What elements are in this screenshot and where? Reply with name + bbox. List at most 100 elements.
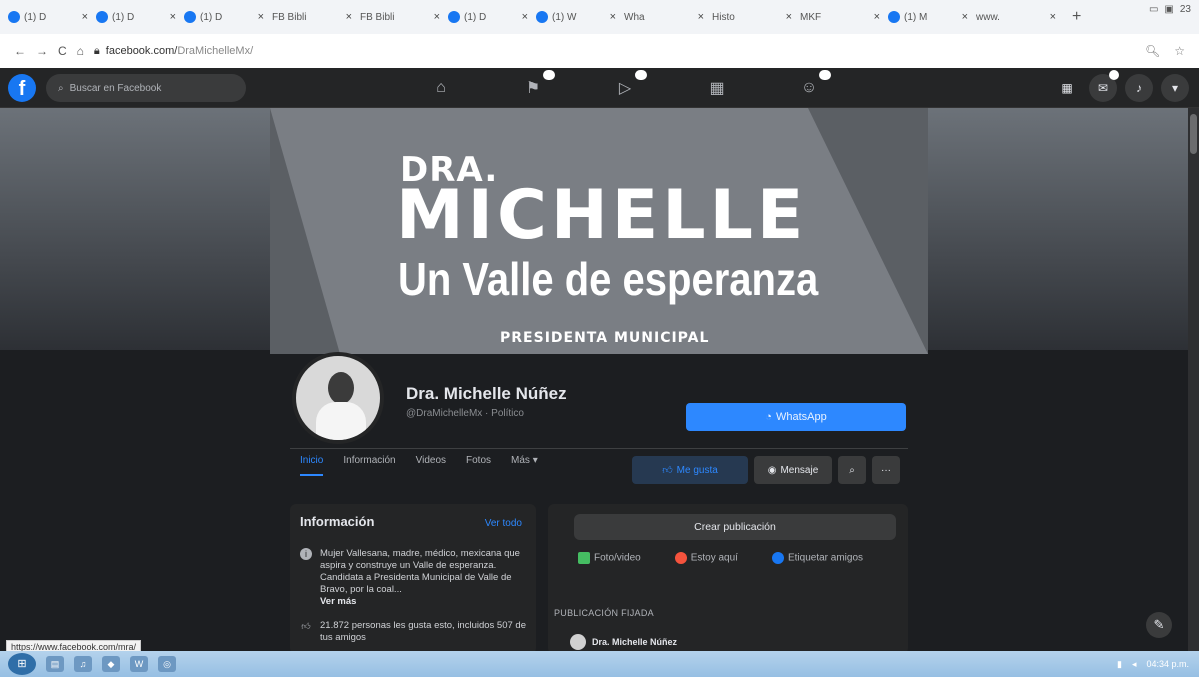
browser-tab[interactable]: MKF ×: [800, 5, 884, 29]
zoom-icon[interactable]: 🔍︎: [1145, 44, 1160, 58]
page-actions: 👍︎ Me gusta ◉ Mensaje ⌕ ···: [632, 456, 900, 484]
close-tab-icon[interactable]: ×: [258, 11, 268, 23]
cover-photo[interactable]: DRA. MICHELLE Un Valle de esperanza PRES…: [270, 108, 928, 354]
message-button[interactable]: ◉ Mensaje: [754, 456, 832, 484]
location-pin-icon: [674, 552, 687, 564]
window-controls[interactable]: ▭ ▣ 23: [1149, 4, 1191, 15]
reload-icon[interactable]: C: [58, 44, 67, 58]
browser-tab[interactable]: (1) W ×: [536, 5, 620, 29]
account-dropdown-icon[interactable]: ▾: [1161, 74, 1189, 102]
tag-friends-button[interactable]: Etiquetar amigos: [771, 552, 863, 564]
facebook-favicon-icon: [184, 11, 196, 23]
nav-watch-icon[interactable]: ▷: [579, 70, 671, 102]
see-more-link[interactable]: Ver más: [320, 596, 356, 607]
post-author[interactable]: Dra. Michelle Núñez: [592, 637, 677, 647]
facebook-favicon-icon: [888, 11, 900, 23]
messenger-icon[interactable]: ✉: [1089, 70, 1119, 102]
browser-tab[interactable]: (1) D ×: [8, 5, 92, 29]
nav-pages-flag-icon[interactable]: ⚑: [487, 70, 579, 102]
close-tab-icon[interactable]: ×: [522, 11, 532, 23]
taskbar-app-icon[interactable]: ♫: [74, 656, 92, 672]
browser-taskbar-icon[interactable]: ◎: [158, 656, 176, 672]
browser-tab[interactable]: FB Bibli ×: [360, 5, 444, 29]
minimize-icon[interactable]: ▭: [1149, 4, 1158, 15]
cover-slogan: Un Valle de esperanza: [398, 254, 819, 306]
tab-inicio[interactable]: Inicio: [300, 455, 324, 476]
browser-tab[interactable]: (1) M ×: [888, 5, 972, 29]
close-tab-icon[interactable]: ×: [962, 11, 972, 23]
info-card: Información Ver todo i Mujer Vallesana, …: [290, 504, 536, 654]
scrollbar[interactable]: [1188, 108, 1199, 651]
tab-label: FB Bibli: [272, 11, 307, 23]
menu-grid-icon[interactable]: ▦: [1053, 74, 1081, 102]
taskbar-app-icon[interactable]: ◆: [102, 656, 120, 672]
message-label: Mensaje: [780, 464, 819, 476]
facebook-logo-icon[interactable]: f: [8, 74, 36, 102]
maximize-icon[interactable]: ▣: [1164, 4, 1173, 15]
search-page-button[interactable]: ⌕: [838, 456, 866, 484]
close-tab-icon[interactable]: ×: [874, 11, 884, 23]
new-message-icon[interactable]: ✎: [1146, 612, 1172, 638]
close-tab-icon[interactable]: ×: [786, 11, 796, 23]
checkin-button[interactable]: Estoy aquí: [674, 552, 738, 564]
more-options-button[interactable]: ···: [872, 456, 900, 484]
volume-icon[interactable]: ◂: [1132, 659, 1137, 670]
close-tab-icon[interactable]: ×: [346, 11, 356, 23]
whatsapp-button[interactable]: ◔ WhatsApp: [686, 403, 906, 431]
taskbar-app-icon[interactable]: W: [130, 656, 148, 672]
tab-informacion[interactable]: Información: [343, 455, 395, 476]
cover-role: PRESIDENTA MUNICIPAL: [500, 330, 710, 346]
taskbar-app-icon[interactable]: ▤: [46, 656, 64, 672]
tab-fotos[interactable]: Fotos: [466, 455, 491, 476]
close-tab-icon[interactable]: ×: [1050, 11, 1060, 23]
start-button-icon[interactable]: ⊞: [8, 653, 36, 675]
facebook-favicon-icon: [448, 11, 460, 23]
browser-tab[interactable]: Histo ×: [712, 5, 796, 29]
nav-groups-icon[interactable]: ☺: [763, 70, 855, 102]
lock-icon: 🔒︎: [93, 44, 100, 57]
close-tab-icon[interactable]: ×: [82, 11, 92, 23]
browser-tab[interactable]: FB Bibli ×: [272, 5, 356, 29]
url-field[interactable]: 🔒︎ facebook.com/DraMichelleMx/: [94, 45, 253, 58]
browser-tab[interactable]: Wha ×: [624, 5, 708, 29]
bio-text: Mujer Vallesana, madre, médico, mexicana…: [320, 548, 520, 595]
likes-text: 21.872 personas les gusta esto, incluido…: [320, 620, 526, 643]
network-icon[interactable]: ▮: [1117, 659, 1122, 670]
photo-video-button[interactable]: Foto/video: [578, 552, 641, 564]
bookmark-star-icon[interactable]: ☆: [1174, 44, 1185, 58]
close-tab-icon[interactable]: ×: [170, 11, 180, 23]
cover-decoration: [270, 108, 340, 354]
like-button[interactable]: 👍︎ Me gusta: [632, 456, 748, 484]
notifications-bell-icon[interactable]: ♪: [1125, 74, 1153, 102]
browser-tab[interactable]: (1) D ×: [96, 5, 180, 29]
tab-label: (1) D: [24, 11, 47, 23]
close-tab-icon[interactable]: ×: [698, 11, 708, 23]
tab-mas[interactable]: Más ▾: [511, 455, 538, 476]
scrollbar-thumb[interactable]: [1190, 114, 1197, 154]
facebook-search-input[interactable]: ⌕ Buscar en Facebook: [46, 74, 246, 102]
close-tab-icon[interactable]: ×: [610, 11, 620, 23]
pinned-post-label: PUBLICACIÓN FIJADA: [554, 608, 654, 618]
create-post-button[interactable]: Crear publicación: [574, 514, 896, 540]
nav-marketplace-icon[interactable]: ▦: [671, 74, 763, 102]
nav-home-icon[interactable]: ⌂: [395, 74, 487, 102]
new-tab-button[interactable]: +: [1072, 8, 1081, 26]
author-avatar[interactable]: [570, 634, 586, 650]
tab-label: FB Bibli: [360, 11, 395, 23]
browser-tab[interactable]: (1) D ×: [184, 5, 268, 29]
home-icon[interactable]: ⌂: [77, 44, 84, 58]
avatar-hair: [328, 372, 354, 404]
pinned-post-header[interactable]: Dra. Michelle Núñez: [570, 634, 677, 650]
profile-avatar[interactable]: [292, 352, 384, 444]
close-tab-icon[interactable]: ×: [434, 11, 444, 23]
forward-icon[interactable]: →: [36, 44, 48, 58]
tag-friends-icon: [771, 552, 784, 564]
browser-tab[interactable]: www. ×: [976, 5, 1060, 29]
browser-tab[interactable]: (1) D ×: [448, 5, 532, 29]
see-all-link[interactable]: Ver todo: [485, 518, 522, 529]
clock[interactable]: 04:34 p.m.: [1146, 659, 1189, 669]
tab-videos[interactable]: Videos: [416, 455, 446, 476]
back-icon[interactable]: ←: [14, 44, 26, 58]
whatsapp-icon: ◔: [765, 411, 772, 423]
tab-label: (1) W: [552, 11, 577, 23]
